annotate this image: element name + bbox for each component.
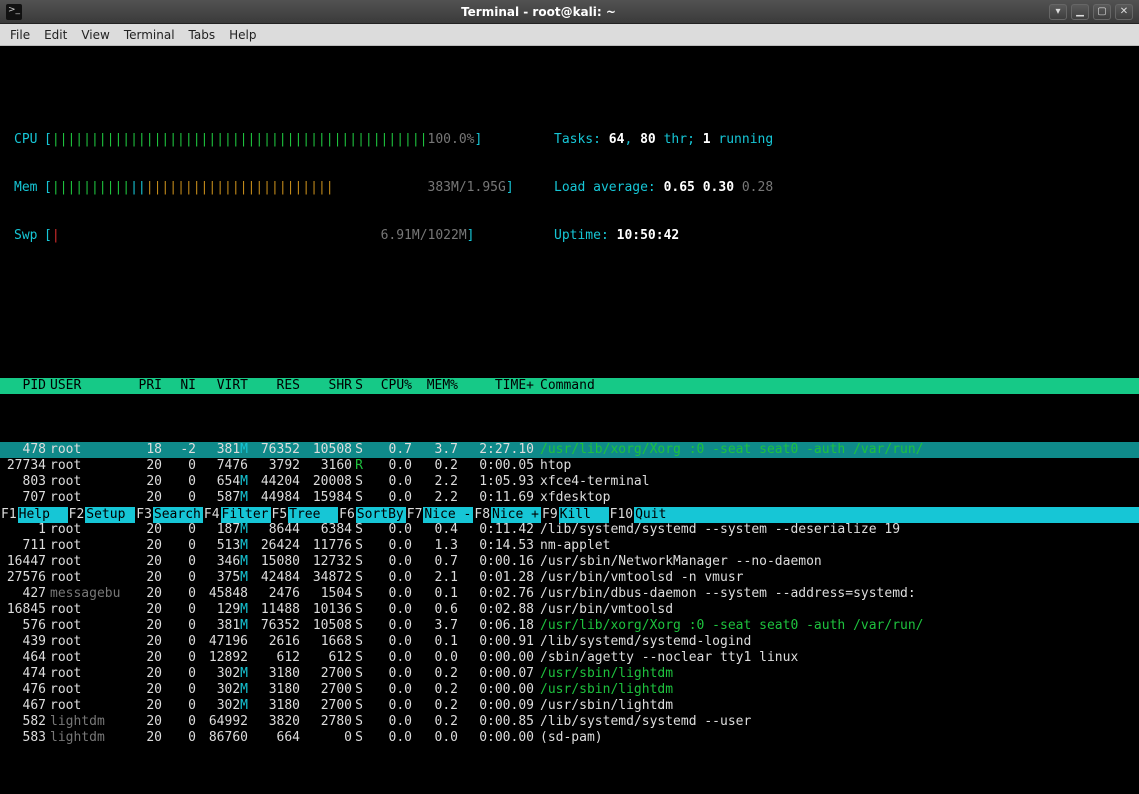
footer-key: F9 [541, 507, 559, 523]
footer-label[interactable]: Setup [85, 507, 135, 523]
process-row[interactable]: 16447root200346M1508012732S0.00.70:00.16… [0, 554, 1139, 570]
process-row[interactable]: 427messagebu2004584824761504S0.00.10:02.… [0, 586, 1139, 602]
process-row[interactable]: 576root200381M7635210508S0.03.70:06.18/u… [0, 618, 1139, 634]
footer-key: F6 [338, 507, 356, 523]
cpu-value: 100.0% [428, 132, 475, 148]
window-dropdown-button[interactable]: ▾ [1049, 4, 1067, 20]
footer-label[interactable]: Nice - [423, 507, 473, 523]
process-row[interactable]: 583lightdm200867606640S0.00.00:00.00(sd-… [0, 730, 1139, 746]
footer-key: F4 [203, 507, 221, 523]
mem-label: Mem [14, 180, 44, 196]
menu-terminal[interactable]: Terminal [124, 28, 175, 42]
uptime-line: Uptime: 10:50:42 [554, 228, 1139, 244]
cpu-label: CPU [14, 132, 44, 148]
meters-area: CPU[||||||||||||||||||||||||||||||||||||… [0, 100, 1139, 276]
menu-edit[interactable]: Edit [44, 28, 67, 42]
col-user[interactable]: USER [46, 378, 124, 394]
column-header[interactable]: PID USER PRI NI VIRT RES SHR S CPU% MEM%… [0, 378, 1139, 394]
terminal-icon [6, 4, 22, 20]
footer-key: F7 [406, 507, 424, 523]
footer-label[interactable]: Tree [288, 507, 338, 523]
swp-meter: Swp[| 6.91M/1022M] [14, 228, 554, 244]
footer-key: F5 [271, 507, 289, 523]
footer-label[interactable]: SortBy [356, 507, 406, 523]
process-row[interactable]: 707root200587M4498415984S0.02.20:11.69xf… [0, 490, 1139, 506]
loadavg-line: Load average: 0.65 0.30 0.28 [554, 180, 1139, 196]
window-titlebar: Terminal - root@kali: ~ ▾ ▁ ▢ ✕ [0, 0, 1139, 24]
menu-view[interactable]: View [81, 28, 109, 42]
col-ni[interactable]: NI [162, 378, 196, 394]
terminal-viewport[interactable]: CPU[||||||||||||||||||||||||||||||||||||… [0, 46, 1139, 523]
footer-label[interactable]: Quit [634, 507, 684, 523]
footer-label[interactable]: Help [18, 507, 68, 523]
window-minimize-button[interactable]: ▁ [1071, 4, 1089, 20]
window-maximize-button[interactable]: ▢ [1093, 4, 1111, 20]
process-row[interactable]: 803root200654M4420420008S0.02.21:05.93xf… [0, 474, 1139, 490]
process-row[interactable]: 478root18-2381M7635210508S0.73.72:27.10/… [0, 442, 1139, 458]
col-cpu[interactable]: CPU% [366, 378, 412, 394]
col-pid[interactable]: PID [0, 378, 46, 394]
footer-key: F3 [135, 507, 153, 523]
process-row[interactable]: 439root2004719626161668S0.00.10:00.91/li… [0, 634, 1139, 650]
window-close-button[interactable]: ✕ [1115, 4, 1133, 20]
process-row[interactable]: 467root200302M31802700S0.00.20:00.09/usr… [0, 698, 1139, 714]
menu-tabs[interactable]: Tabs [189, 28, 216, 42]
process-row[interactable]: 711root200513M2642411776S0.01.30:14.53nm… [0, 538, 1139, 554]
col-virt[interactable]: VIRT [196, 378, 248, 394]
tasks-line: Tasks: 64, 80 thr; 1 running [554, 132, 1139, 148]
process-row[interactable]: 464root20012892612612S0.00.00:00.00/sbin… [0, 650, 1139, 666]
process-row[interactable]: 27576root200375M4248434872S0.02.10:01.28… [0, 570, 1139, 586]
process-row[interactable]: 582lightdm2006499238202780S0.00.20:00.85… [0, 714, 1139, 730]
menu-help[interactable]: Help [229, 28, 256, 42]
mem-value: 383M/1.95G [428, 180, 506, 196]
col-pri[interactable]: PRI [124, 378, 162, 394]
footer-key: F8 [473, 507, 491, 523]
col-res[interactable]: RES [248, 378, 300, 394]
footer-key: F1 [0, 507, 18, 523]
menu-file[interactable]: File [10, 28, 30, 42]
footer-key: F10 [609, 507, 634, 523]
footer-key: F2 [68, 507, 86, 523]
window-buttons: ▾ ▁ ▢ ✕ [1049, 4, 1133, 20]
col-time[interactable]: TIME+ [458, 378, 534, 394]
col-shr[interactable]: SHR [300, 378, 352, 394]
process-row[interactable]: 476root200302M31802700S0.00.20:00.00/usr… [0, 682, 1139, 698]
col-cmd[interactable]: Command [534, 378, 1139, 394]
mem-meter: Mem[||||||||||||||||||||||||||||||||||||… [14, 180, 554, 196]
footer-label[interactable]: Filter [221, 507, 271, 523]
col-mem[interactable]: MEM% [412, 378, 458, 394]
process-row[interactable]: 27734root200747637923160R0.00.20:00.05ht… [0, 458, 1139, 474]
process-row[interactable]: 16845root200129M1148810136S0.00.60:02.88… [0, 602, 1139, 618]
col-s[interactable]: S [352, 378, 366, 394]
footer-label[interactable]: Nice + [491, 507, 541, 523]
cpu-meter: CPU[||||||||||||||||||||||||||||||||||||… [14, 132, 554, 148]
window-title: Terminal - root@kali: ~ [28, 5, 1049, 19]
footer-bar: F1Help F2Setup F3SearchF4FilterF5Tree F6… [0, 507, 1139, 523]
footer-label[interactable]: Search [153, 507, 203, 523]
process-row[interactable]: 474root200302M31802700S0.00.20:00.07/usr… [0, 666, 1139, 682]
menubar: File Edit View Terminal Tabs Help [0, 24, 1139, 46]
process-row[interactable]: 1root200187M86446384S0.00.40:11.42/lib/s… [0, 522, 1139, 538]
swp-value: 6.91M/1022M [381, 228, 467, 244]
swp-label: Swp [14, 228, 44, 244]
footer-label[interactable]: Kill [559, 507, 609, 523]
process-list[interactable]: 478root18-2381M7635210508S0.73.72:27.10/… [0, 442, 1139, 746]
